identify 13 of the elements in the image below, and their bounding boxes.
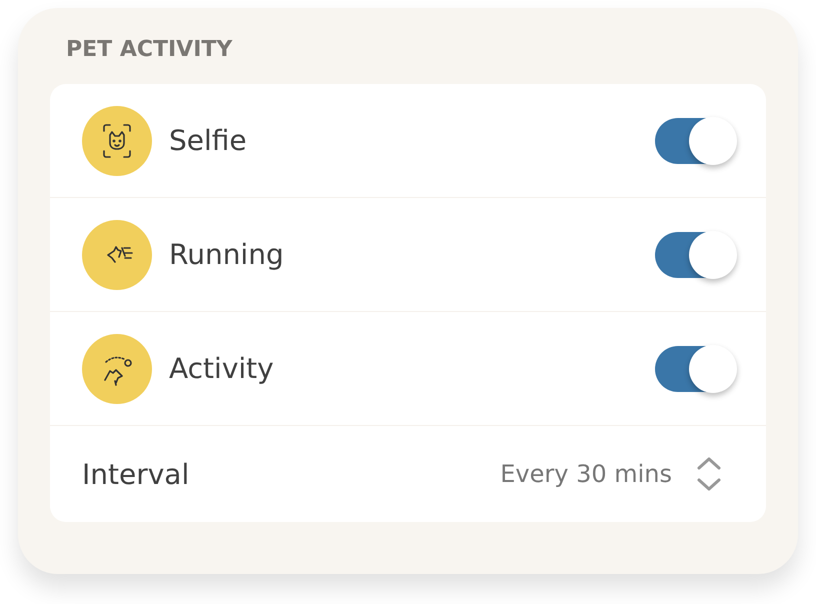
dog-ball-icon xyxy=(82,334,152,404)
toggle-switch[interactable] xyxy=(655,118,736,164)
interval-value[interactable]: Every 30 mins xyxy=(500,460,672,488)
toggle-switch[interactable] xyxy=(655,232,736,278)
section-title: PET ACTIVITY xyxy=(66,38,234,62)
toggle-switch[interactable] xyxy=(655,346,736,392)
setting-label: Activity xyxy=(169,352,275,385)
setting-label: Selfie xyxy=(169,124,248,157)
running-dog-icon xyxy=(82,220,152,290)
up-down-chevron-icon[interactable] xyxy=(696,456,722,492)
setting-label: Running xyxy=(169,238,285,271)
setting-label: Interval xyxy=(82,458,190,490)
dog-face-icon xyxy=(82,106,152,176)
